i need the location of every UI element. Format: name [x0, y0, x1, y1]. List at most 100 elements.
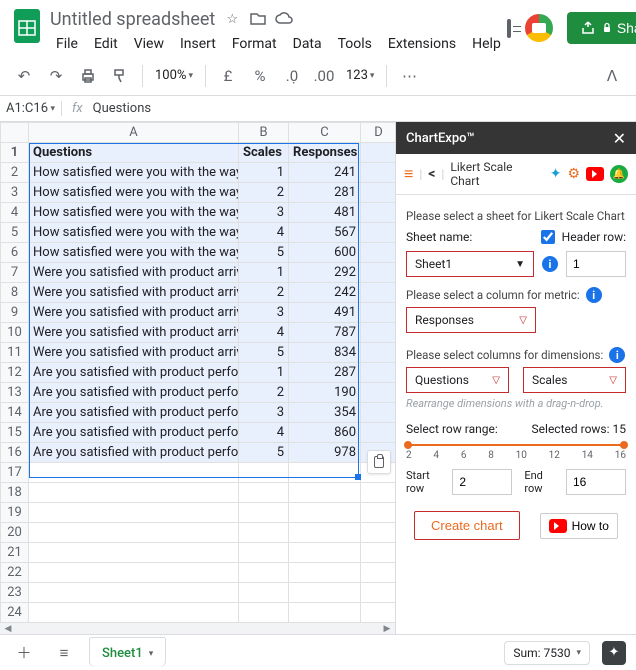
row-header[interactable]: 1 [1, 143, 29, 163]
magic-icon[interactable]: ✦ [550, 166, 562, 182]
cell[interactable] [29, 603, 239, 623]
cell[interactable] [289, 563, 361, 583]
cell[interactable]: 834 [289, 343, 361, 363]
col-header-C[interactable]: C [289, 123, 361, 143]
end-row-input[interactable] [566, 469, 626, 495]
cell[interactable]: 241 [289, 163, 361, 183]
header-row-checkbox[interactable] [541, 230, 555, 244]
row-header[interactable]: 7 [1, 263, 29, 283]
cell[interactable]: Were you satisfied with product arriving… [29, 283, 239, 303]
spreadsheet-grid[interactable]: A B C D 1QuestionsScalesResponses2How sa… [0, 122, 396, 634]
collapse-sidebar-button[interactable]: ᐱ [598, 62, 626, 90]
cell[interactable] [361, 263, 397, 283]
how-to-button[interactable]: How to [540, 513, 618, 539]
cell[interactable]: How satisfied were you with the way our … [29, 223, 239, 243]
cell[interactable]: 281 [289, 183, 361, 203]
row-header[interactable]: 9 [1, 303, 29, 323]
cell[interactable] [361, 243, 397, 263]
start-row-input[interactable] [452, 469, 512, 495]
cell[interactable]: How satisfied were you with the way our … [29, 203, 239, 223]
cell[interactable]: Responses [289, 143, 361, 163]
dimension-1-select[interactable]: Questions▽ [406, 367, 509, 393]
cell[interactable] [361, 423, 397, 443]
increase-decimal-button[interactable]: .00 [310, 62, 338, 90]
cell[interactable] [289, 463, 361, 483]
cell[interactable]: Are you satisfied with product performan… [29, 443, 239, 463]
row-range-slider[interactable]: 246810121416 [406, 440, 626, 461]
col-header-A[interactable]: A [29, 123, 239, 143]
menu-icon[interactable]: ≡ [404, 164, 413, 184]
menu-view[interactable]: View [128, 34, 170, 54]
cell[interactable]: How satisfied were you with the way our … [29, 243, 239, 263]
cell[interactable]: Scales [239, 143, 289, 163]
cell[interactable]: 4 [239, 323, 289, 343]
star-icon[interactable]: ☆ [223, 10, 241, 28]
cell[interactable]: 860 [289, 423, 361, 443]
formula-input[interactable]: Questions [93, 101, 151, 116]
document-title[interactable]: Untitled spreadsheet [50, 9, 215, 30]
row-header[interactable]: 18 [1, 483, 29, 503]
move-icon[interactable] [249, 10, 267, 28]
cell[interactable] [289, 603, 361, 623]
scroll-right-button[interactable]: ▶ [381, 624, 393, 634]
cell[interactable]: Are you satisfied with product performan… [29, 363, 239, 383]
cell[interactable] [239, 503, 289, 523]
cell[interactable]: 4 [239, 223, 289, 243]
row-header[interactable]: 19 [1, 503, 29, 523]
info-sheet-icon[interactable]: i [542, 256, 558, 272]
cell[interactable]: 4 [239, 423, 289, 443]
menu-help[interactable]: Help [466, 34, 507, 54]
cell[interactable] [361, 183, 397, 203]
explore-button[interactable]: ✦ [602, 641, 626, 665]
row-header[interactable]: 8 [1, 283, 29, 303]
cell[interactable]: 287 [289, 363, 361, 383]
menu-data[interactable]: Data [287, 34, 328, 54]
cell[interactable] [361, 203, 397, 223]
cell[interactable]: 3 [239, 303, 289, 323]
row-header[interactable]: 13 [1, 383, 29, 403]
menu-format[interactable]: Format [226, 34, 283, 54]
cell[interactable] [29, 543, 239, 563]
cell[interactable] [361, 583, 397, 603]
sheets-logo[interactable] [14, 8, 40, 44]
cell[interactable] [289, 483, 361, 503]
row-header[interactable]: 15 [1, 423, 29, 443]
cell[interactable] [29, 523, 239, 543]
cell[interactable]: 491 [289, 303, 361, 323]
meet-avatar[interactable] [523, 12, 555, 44]
cell[interactable] [289, 523, 361, 543]
print-button[interactable] [74, 62, 102, 90]
row-header[interactable]: 21 [1, 543, 29, 563]
cell[interactable]: Are you satisfied with product performan… [29, 403, 239, 423]
cell[interactable]: 787 [289, 323, 361, 343]
cell[interactable]: 242 [289, 283, 361, 303]
cell[interactable]: 600 [289, 243, 361, 263]
sheet-tab-1[interactable]: Sheet1▾ [90, 638, 165, 667]
row-header[interactable]: 5 [1, 223, 29, 243]
header-row-input[interactable] [566, 251, 626, 277]
undo-button[interactable]: ↶ [10, 62, 38, 90]
comments-icon[interactable] [507, 21, 511, 36]
row-header[interactable]: 2 [1, 163, 29, 183]
cell[interactable] [289, 583, 361, 603]
dimension-2-select[interactable]: Scales▽ [523, 367, 626, 393]
clipboard-button[interactable] [367, 450, 391, 474]
menu-insert[interactable]: Insert [174, 34, 222, 54]
cell[interactable]: Are you satisfied with product performan… [29, 423, 239, 443]
create-chart-button[interactable]: Create chart [414, 511, 520, 540]
cell[interactable] [361, 163, 397, 183]
cell[interactable]: Were you satisfied with product arriving… [29, 303, 239, 323]
cell[interactable]: 1 [239, 263, 289, 283]
info-dims-icon[interactable]: i [609, 347, 625, 363]
menu-edit[interactable]: Edit [88, 34, 124, 54]
cloud-icon[interactable] [275, 10, 293, 28]
cell[interactable]: 2 [239, 283, 289, 303]
cell[interactable] [289, 543, 361, 563]
cell[interactable] [239, 543, 289, 563]
cell[interactable] [361, 503, 397, 523]
cell[interactable] [361, 543, 397, 563]
cell[interactable] [361, 323, 397, 343]
cell[interactable] [361, 363, 397, 383]
row-header[interactable]: 11 [1, 343, 29, 363]
cell[interactable] [29, 563, 239, 583]
